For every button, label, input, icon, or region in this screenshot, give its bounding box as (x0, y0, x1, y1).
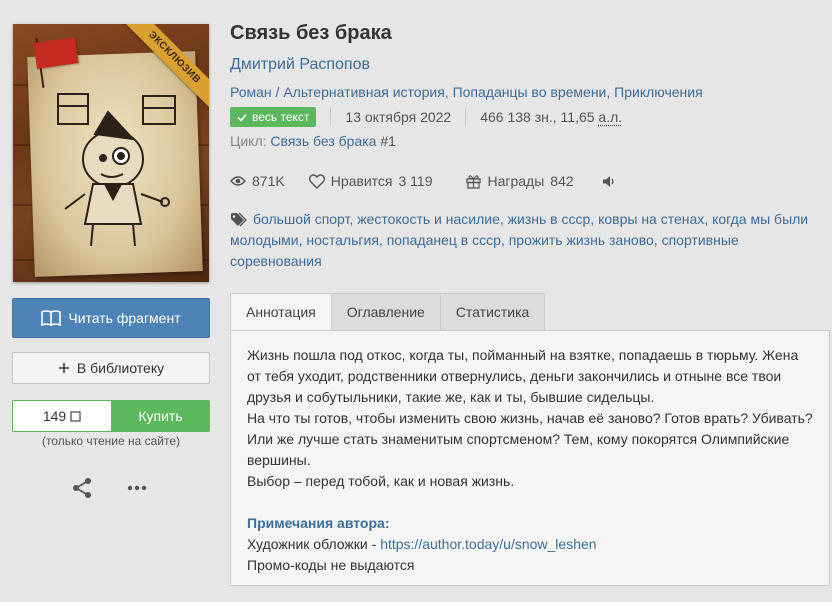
full-text-label: весь текст (252, 110, 310, 124)
likes-count: 3 119 (398, 173, 433, 189)
awards-count: 842 (550, 173, 574, 189)
cycle-label: Цикл: (230, 133, 267, 149)
tag-link[interactable]: жизнь в ссср (508, 211, 591, 227)
buy-note: (только чтение на сайте) (41, 434, 181, 448)
genres-line: Роман / Альтернативная история, Попаданц… (230, 84, 703, 100)
buy-label: Купить (138, 408, 183, 424)
tag-icon (231, 212, 247, 227)
awards-label: Награды (487, 173, 545, 189)
plus-icon (58, 363, 69, 373)
tab-annotation[interactable]: Аннотация (230, 293, 332, 331)
audio-button[interactable] (602, 175, 616, 188)
share-icon[interactable] (70, 476, 94, 500)
genre-link[interactable]: Попаданцы во времени (453, 84, 607, 100)
heart-icon (308, 173, 325, 189)
book-icon (41, 310, 62, 326)
cycle-line: Цикл: Связь без брака #1 (230, 133, 396, 149)
awards-button[interactable]: Награды 842 (466, 173, 574, 189)
tag-link[interactable]: попаданец в ссср (387, 232, 501, 248)
genre-form-link[interactable]: Роман (230, 84, 272, 100)
genre-link[interactable]: Альтернативная история (283, 84, 444, 100)
size-unit: а.л. (598, 109, 623, 125)
publish-date: 13 октября 2022 (345, 109, 452, 125)
annotation-panel: Жизнь пошла под откос, когда ты, пойманн… (230, 330, 830, 586)
buy-row: 149 Купить (12, 400, 210, 432)
annotation-paragraph: Жизнь пошла под откос, когда ты, пойманн… (247, 347, 799, 405)
like-button[interactable]: Нравится 3 119 (308, 173, 433, 189)
read-fragment-button[interactable]: Читать фрагмент (12, 298, 210, 338)
cycle-number: #1 (380, 133, 396, 149)
cover-artist-link[interactable]: https://author.today/u/snow_leshen (380, 536, 596, 552)
tag-link[interactable]: большой спорт (253, 211, 349, 227)
read-fragment-label: Читать фрагмент (68, 310, 181, 326)
meta-row: весь текст 13 октября 2022 466 138 зн., … (230, 107, 622, 127)
tag-link[interactable]: ковры на стенах (598, 211, 704, 227)
author-notes-title: Примечания автора: (247, 515, 390, 531)
cover-illustration (57, 93, 176, 247)
speaker-icon (602, 175, 614, 187)
tag-link[interactable]: ностальгия (306, 232, 379, 248)
buy-button[interactable]: Купить (111, 400, 210, 432)
author-link[interactable]: Дмитрий Распопов (230, 56, 370, 74)
likes-label: Нравится (330, 173, 393, 189)
views-stat: 871K (230, 173, 285, 189)
add-to-library-label: В библиотеку (76, 360, 165, 376)
tag-link[interactable]: прожить жизнь заново (509, 232, 654, 248)
add-to-library-button[interactable]: В библиотеку (12, 352, 210, 384)
book-size: 466 138 зн., 11,65 а.л. (480, 109, 623, 125)
annotation-paragraph: На что ты готов, чтобы изменить свою жиз… (247, 410, 813, 468)
tag-link[interactable]: жестокость и насилие (357, 211, 500, 227)
book-cover[interactable]: ЭКСКЛЮЗИВ (13, 24, 209, 282)
promo-note: Промо-коды не выдаются (247, 557, 415, 573)
eye-icon (230, 176, 246, 186)
full-text-badge: весь текст (230, 107, 317, 127)
tab-statistics[interactable]: Статистика (440, 293, 546, 331)
card-icon (70, 410, 81, 422)
check-icon (237, 113, 247, 122)
genre-link[interactable]: Приключения (614, 84, 703, 100)
price-box: 149 (12, 400, 111, 432)
more-icon[interactable] (125, 476, 149, 500)
cycle-link[interactable]: Связь без брака (270, 133, 376, 149)
cover-artist-line: Художник обложки - https://author.today/… (247, 534, 813, 555)
price-value: 149 (42, 408, 67, 424)
gift-icon (466, 174, 482, 189)
views-count: 871K (252, 173, 285, 189)
stats-row: 871K Нравится 3 119 Награды 842 (230, 171, 616, 191)
book-tabs: Аннотация Оглавление Статистика (230, 293, 546, 331)
book-title: Связь без брака (230, 22, 392, 44)
cover-artist-label: Художник обложки - (247, 536, 381, 552)
tags-list: большой спорт, жестокость и насилие, жиз… (230, 211, 809, 269)
annotation-paragraph: Выбор – перед тобой, как и новая жизнь. (247, 473, 515, 489)
tab-contents[interactable]: Оглавление (331, 293, 441, 331)
